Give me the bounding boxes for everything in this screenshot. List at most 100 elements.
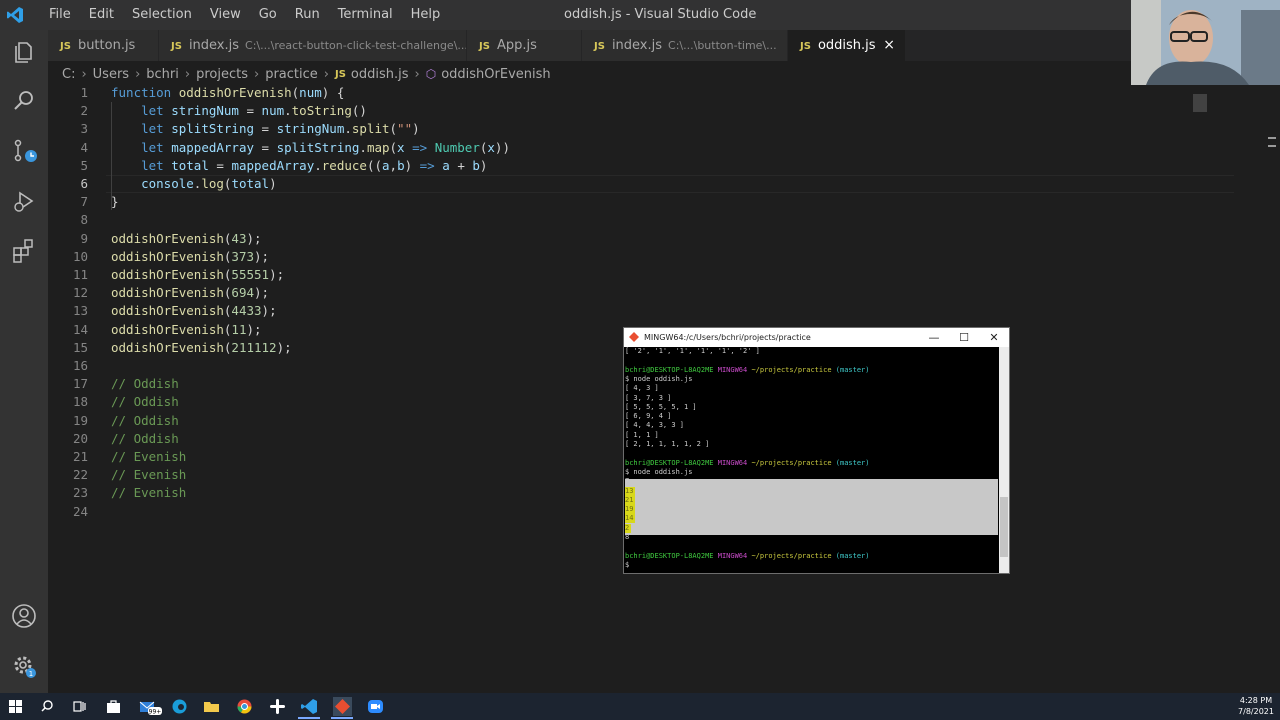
terminal-result: 8 (625, 533, 630, 541)
code-line[interactable]: 11 oddishOrEvenish(55551); (48, 266, 1188, 284)
code-line[interactable]: 21 // Evenish (48, 448, 1188, 466)
search-icon[interactable] (38, 697, 57, 716)
explorer-icon[interactable] (10, 38, 38, 66)
prompt-path: ~/projects/practice (751, 458, 832, 467)
code-text: function oddishOrEvenish(num) { (111, 85, 345, 100)
terminal-window[interactable]: MINGW64:/c/Users/bchri/projects/practice… (623, 327, 1010, 574)
clock-date: 7/8/2021 (1238, 707, 1274, 716)
terminal-text: [ 1, 1 ] (625, 430, 659, 439)
manage-gear-icon[interactable]: 1 (10, 652, 38, 680)
screen: File Edit Selection View Go Run Terminal… (0, 0, 1280, 720)
code-line[interactable]: 13 oddishOrEvenish(4433); (48, 302, 1188, 320)
terminal-maximize-button[interactable]: ☐ (949, 328, 979, 347)
webcam-overlay (1131, 0, 1280, 85)
code-line[interactable]: 6 console.log(total) (48, 175, 1188, 193)
code-line[interactable]: 18 // Oddish (48, 393, 1188, 411)
tab-index-js-react[interactable]: JS index.js C:\...\react-button-click-test… (159, 30, 466, 61)
code-line[interactable]: 10 oddishOrEvenish(373); (48, 248, 1188, 266)
code-line[interactable]: 24 (48, 503, 1188, 521)
menu-go[interactable]: Go (250, 0, 286, 30)
code-line[interactable]: 23 // Evenish (48, 484, 1188, 502)
file-explorer-icon[interactable] (202, 697, 221, 716)
store-icon[interactable] (104, 697, 123, 716)
code-line[interactable]: 5 let total = mappedArray.reduce((a,b) =… (48, 157, 1188, 175)
tab-oddish-js[interactable]: JS oddish.js × (788, 30, 905, 61)
breadcrumb-projects[interactable]: projects (196, 67, 248, 82)
terminal-result: 19 (625, 505, 636, 515)
git-bash-taskbar-icon[interactable] (333, 697, 352, 716)
terminal-line: [ 1, 1 ] (625, 431, 659, 440)
line-number: 14 (72, 321, 88, 337)
terminal-result: 7 (625, 477, 630, 486)
terminal-output[interactable]: [ '2', '1', '1', '1', '1', '2' ] bchri@DE… (625, 347, 998, 573)
title-bar: File Edit Selection View Go Run Terminal… (0, 0, 1280, 30)
minimap-slider[interactable] (1193, 94, 1207, 112)
tab-index-js-button-time[interactable]: JS index.js C:\...\button-time\... (582, 30, 787, 61)
edge-browser-icon[interactable] (170, 697, 189, 716)
line-number: 24 (72, 503, 88, 519)
terminal-scrollbar[interactable] (999, 347, 1009, 573)
menu-help[interactable]: Help (402, 0, 450, 30)
task-view-icon[interactable] (70, 697, 89, 716)
terminal-line: [ 4, 3 ] (625, 384, 659, 393)
code-line[interactable]: 9 oddishOrEvenish(43); (48, 230, 1188, 248)
breadcrumb-file[interactable]: oddish.js (351, 67, 409, 82)
chevron-right-icon: › (323, 66, 329, 82)
function-symbol-icon: ⬡ (425, 67, 437, 81)
chrome-icon[interactable] (235, 697, 254, 716)
terminal-scroll-thumb[interactable] (1000, 497, 1008, 557)
vscode-taskbar-icon[interactable] (300, 697, 319, 716)
code-line[interactable]: 17 // Oddish (48, 375, 1188, 393)
line-number: 11 (72, 267, 88, 282)
code-line[interactable]: 14 oddishOrEvenish(11); (48, 321, 1188, 339)
windows-start-icon[interactable] (6, 697, 25, 716)
menu-selection[interactable]: Selection (123, 0, 201, 30)
extensions-icon[interactable] (10, 237, 38, 265)
code-line[interactable]: 1 function oddishOrEvenish(num) { (48, 84, 1188, 102)
menu-file[interactable]: File (40, 0, 80, 30)
code-line[interactable]: 7} (48, 193, 1188, 211)
menu-view[interactable]: View (201, 0, 250, 30)
code-text: oddishOrEvenish(43); (111, 230, 262, 246)
search-icon[interactable] (10, 87, 38, 115)
menu-edit[interactable]: Edit (80, 0, 123, 30)
code-line[interactable]: 20 // Oddish (48, 430, 1188, 448)
line-number: 5 (80, 157, 88, 173)
slack-icon[interactable] (268, 697, 287, 716)
terminal-result: 2 (625, 523, 632, 533)
breadcrumb-drive[interactable]: C: (62, 67, 75, 82)
terminal-minimize-button[interactable]: — (919, 328, 949, 347)
terminal-line: [ 6, 9, 4 ] (625, 412, 671, 421)
breadcrumb-users[interactable]: Users (93, 67, 129, 82)
menu-terminal[interactable]: Terminal (329, 0, 402, 30)
code-line[interactable]: 12 oddishOrEvenish(694); (48, 284, 1188, 302)
line-number: 13 (72, 303, 88, 319)
clock-time: 4:28 PM (1239, 696, 1273, 705)
code-line[interactable]: 22 // Evenish (48, 466, 1188, 484)
code-line[interactable]: 19 // Oddish (48, 412, 1188, 430)
terminal-line: [ '2', '1', '1', '1', '1', '2' ] (625, 347, 760, 356)
breadcrumb-practice[interactable]: practice (265, 67, 318, 82)
code-editor[interactable]: 1 function oddishOrEvenish(num) {2 let st… (48, 84, 1234, 684)
run-debug-icon[interactable] (10, 187, 38, 215)
terminal-close-button[interactable]: ✕ (979, 328, 1009, 347)
system-clock[interactable]: 4:28 PM 7/8/2021 (1236, 695, 1276, 717)
code-line[interactable]: 3 let splitString = stringNum.split("") (48, 120, 1188, 138)
tab-close-icon[interactable]: × (883, 30, 895, 61)
source-control-icon[interactable] (10, 137, 38, 165)
code-line[interactable]: 15 oddishOrEvenish(211112); (48, 339, 1188, 357)
code-line[interactable]: 16 (48, 357, 1188, 375)
breadcrumb-symbol[interactable]: oddishOrEvenish (441, 67, 550, 82)
menu-run[interactable]: Run (286, 0, 329, 30)
chevron-right-icon: › (184, 66, 191, 82)
tab-app-js[interactable]: JS App.js (467, 30, 581, 61)
code-line[interactable]: 8 (48, 211, 1188, 229)
tab-button-js[interactable]: JS button.js (48, 30, 158, 61)
account-icon[interactable] (10, 602, 38, 630)
code-line[interactable]: 2 let stringNum = num.toString() (48, 102, 1188, 120)
breadcrumb-bchri[interactable]: bchri (146, 67, 179, 82)
code-line[interactable]: 4 let mappedArray = splitString.map(x =>… (48, 139, 1188, 157)
zoom-icon[interactable] (366, 697, 385, 716)
terminal-title-bar[interactable]: MINGW64:/c/Users/bchri/projects/practice… (624, 328, 1009, 347)
mail-icon[interactable]: 99+ (138, 697, 162, 716)
